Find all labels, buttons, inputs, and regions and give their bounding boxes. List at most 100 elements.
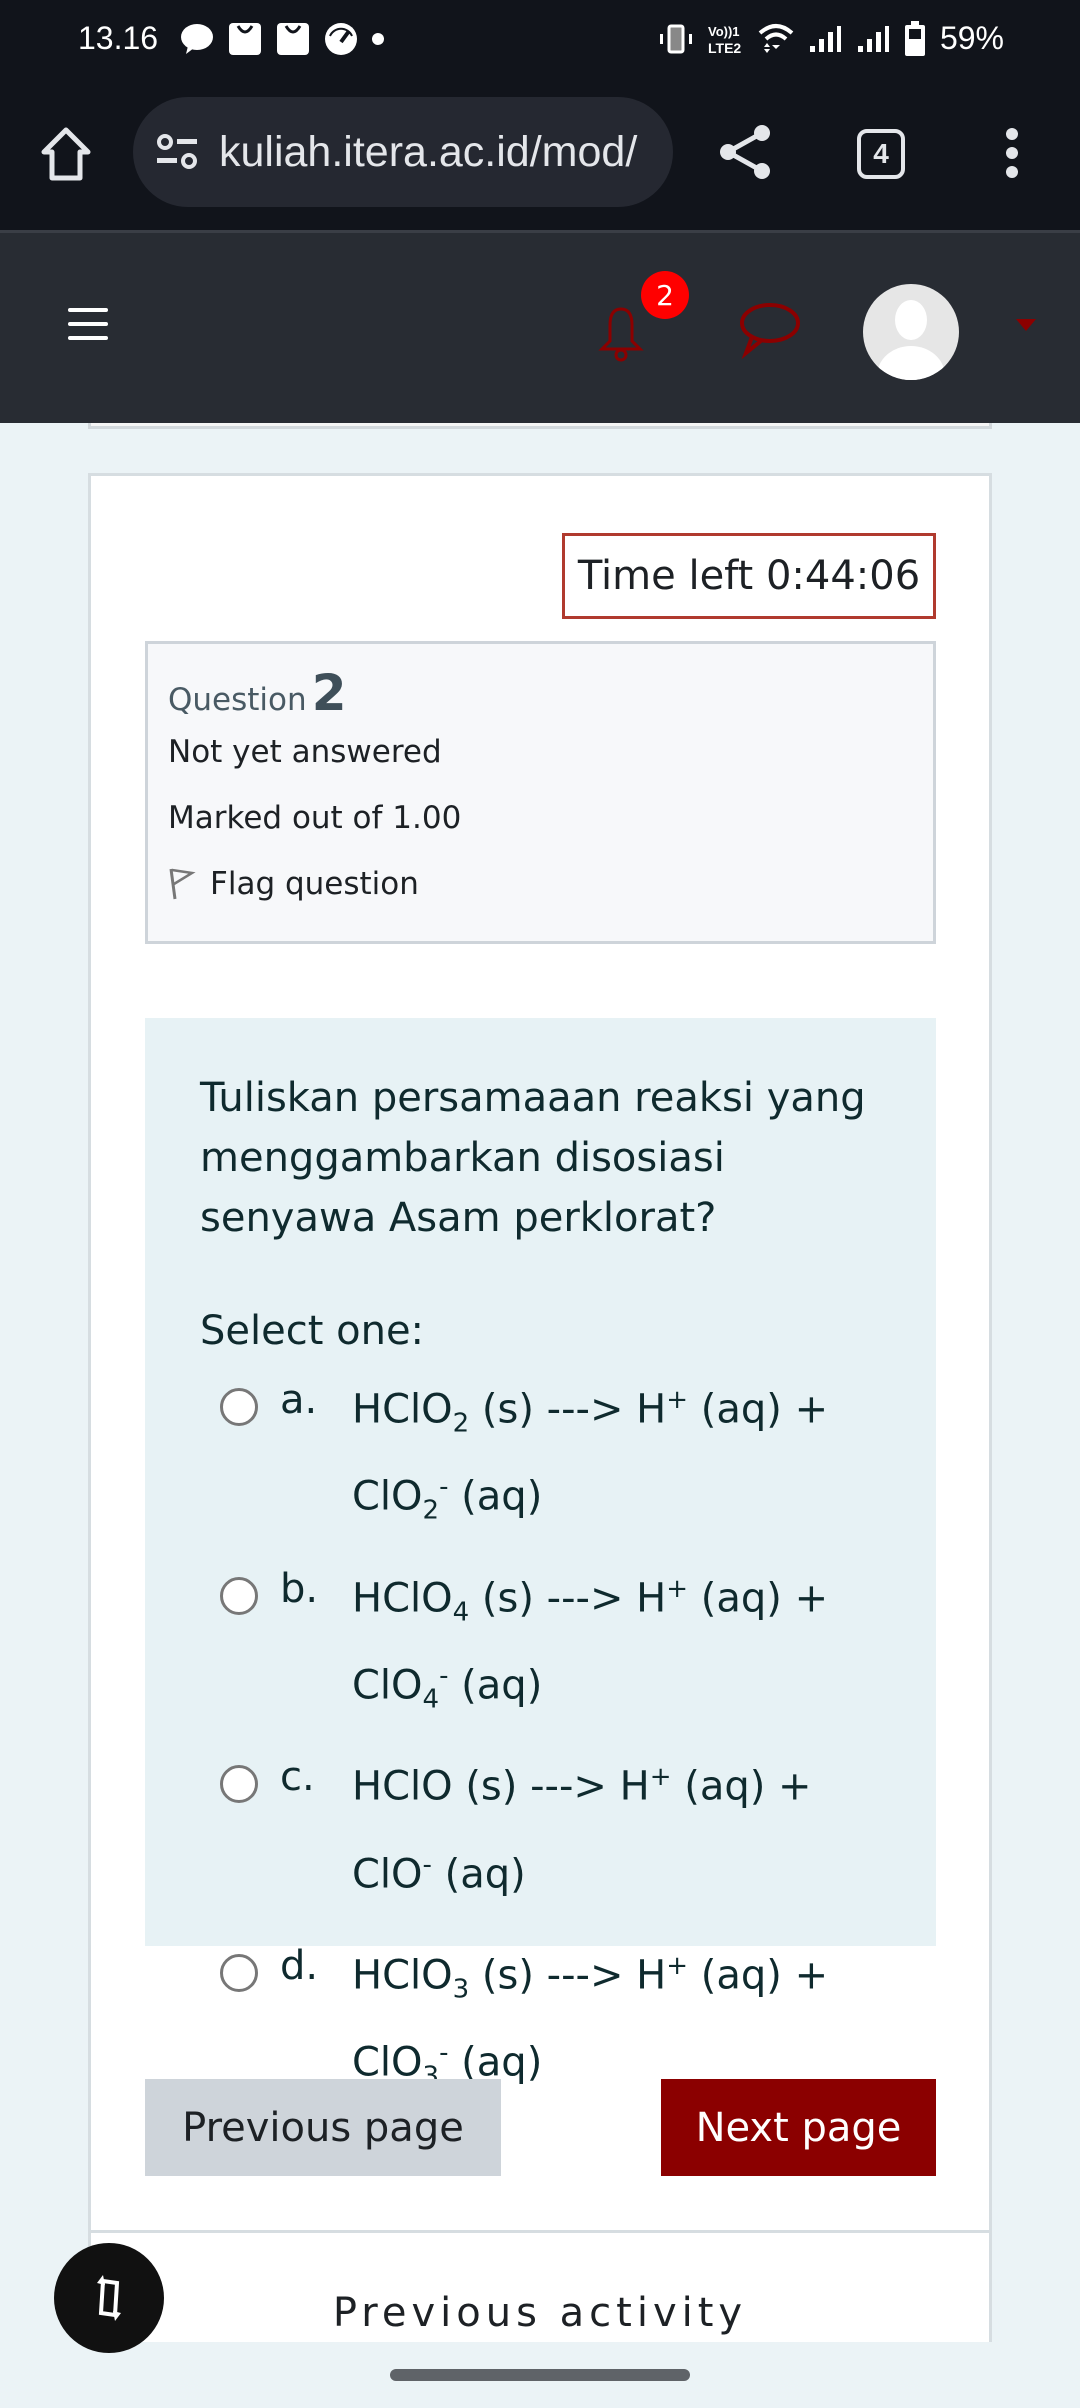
speedometer-icon xyxy=(325,23,357,55)
shopping-bag-icon xyxy=(277,23,309,55)
anion: ClO xyxy=(352,1473,423,1520)
reactant-subscript: 2 xyxy=(452,1408,470,1439)
signal-icon xyxy=(809,25,841,52)
answer-letter: c. xyxy=(280,1754,315,1801)
anion-charge: - xyxy=(422,1849,432,1880)
reaction-middle: (aq) + xyxy=(688,1574,829,1621)
reactant-subscript: 3 xyxy=(452,1974,470,2005)
cation-charge: + xyxy=(666,1385,689,1415)
question-label: Question xyxy=(168,682,307,718)
answer-option-a[interactable]: a. HClO2 (s) ---> H+ (aq) + ClO2- (aq) xyxy=(200,1368,886,1543)
reactant: HClO xyxy=(352,1952,453,1999)
activity-navigation: Previous activity xyxy=(88,2233,992,2342)
rotate-screen-button[interactable] xyxy=(54,2243,164,2353)
url-text[interactable]: kuliah.itera.ac.id/mod/ xyxy=(219,128,637,177)
share-icon[interactable] xyxy=(718,123,772,181)
question-marks: Marked out of 1.00 xyxy=(168,800,462,836)
messages-icon[interactable] xyxy=(736,301,802,359)
question-formulation: Tuliskan persamaaan reaksi yang menggamb… xyxy=(145,1018,936,2092)
anion-state: (aq) xyxy=(431,1850,526,1897)
answer-label[interactable]: HClO (s) ---> H+ (aq) + ClO- (aq) xyxy=(352,1745,812,1920)
answer-label[interactable]: HClO2 (s) ---> H+ (aq) + ClO2- (aq) xyxy=(352,1368,828,1543)
question-heading: Question 2 xyxy=(168,664,933,722)
hamburger-icon xyxy=(68,308,108,312)
notification-count-badge: 2 xyxy=(641,271,689,319)
status-bar: 13.16 Vo))1 LTE2 59% xyxy=(0,0,1080,78)
anion-subscript: 2 xyxy=(422,1495,440,1526)
volte-label: Vo))1 xyxy=(708,24,740,39)
answer-letter: d. xyxy=(280,1942,319,1989)
reactant: HClO xyxy=(352,1386,453,1433)
anion-state: (aq) xyxy=(448,1662,543,1709)
reactant: HClO xyxy=(352,1574,453,1621)
default-user-icon xyxy=(877,300,945,380)
lte-label: LTE2 xyxy=(708,40,741,55)
question-text: Tuliskan persamaaan reaksi yang menggamb… xyxy=(200,1075,866,1241)
answer-list: a. HClO2 (s) ---> H+ (aq) + ClO2- (aq) b… xyxy=(200,1368,886,2109)
dot-icon xyxy=(372,33,384,45)
gesture-home-indicator[interactable] xyxy=(390,2369,690,2381)
answer-radio-a[interactable] xyxy=(220,1388,258,1426)
clock: 13.16 xyxy=(78,20,159,56)
flag-question-label: Flag question xyxy=(210,866,419,902)
reaction-arrow: (s) ---> H xyxy=(452,1763,650,1810)
previous-page-button[interactable]: Previous page xyxy=(145,2079,501,2176)
menu-toggle-button[interactable] xyxy=(68,308,108,342)
flag-icon xyxy=(169,868,196,900)
address-bar[interactable]: kuliah.itera.ac.id/mod/ xyxy=(133,97,673,207)
anion: ClO xyxy=(352,1850,423,1897)
vibrate-icon xyxy=(659,24,692,53)
tab-switcher-button[interactable]: 4 xyxy=(857,129,905,179)
reaction-arrow: (s) ---> H xyxy=(469,1952,667,1999)
answer-label[interactable]: HClO4 (s) ---> H+ (aq) + ClO4- (aq) xyxy=(352,1557,828,1732)
home-icon[interactable] xyxy=(40,126,92,182)
signal-icon xyxy=(857,25,889,52)
previous-activity-link[interactable]: Previous activity xyxy=(333,2290,747,2342)
cation-charge: + xyxy=(649,1762,672,1793)
user-menu-caret-icon[interactable] xyxy=(1016,319,1036,331)
answer-radio-b[interactable] xyxy=(220,1576,258,1615)
site-navbar: 2 xyxy=(0,233,1080,423)
reactant: HClO xyxy=(352,1763,453,1810)
reaction-middle: (aq) + xyxy=(688,1952,829,1999)
flag-question-button[interactable]: Flag question xyxy=(168,866,933,902)
question-status: Not yet answered xyxy=(168,734,442,770)
anion-state: (aq) xyxy=(448,1473,543,1520)
reaction-arrow: (s) ---> H xyxy=(469,1386,667,1433)
reactant-subscript: 4 xyxy=(452,1596,470,1627)
next-page-button[interactable]: Next page xyxy=(661,2079,936,2176)
previous-block-edge xyxy=(88,423,992,429)
battery-icon xyxy=(904,20,925,56)
cation-charge: + xyxy=(666,1950,689,1981)
more-menu-icon[interactable] xyxy=(1004,128,1020,178)
wifi-icon xyxy=(758,23,794,53)
answer-letter: b. xyxy=(280,1565,319,1612)
answer-option-b[interactable]: b. HClO4 (s) ---> H+ (aq) + ClO4- (aq) xyxy=(200,1557,886,1732)
question-info-box: Question 2 Not yet answered Marked out o… xyxy=(145,641,936,944)
cation-charge: + xyxy=(666,1573,689,1604)
select-one-prompt: Select one: xyxy=(200,1308,425,1354)
hamburger-icon-bar xyxy=(68,322,108,326)
chat-bubble-icon xyxy=(181,24,213,54)
system-icons: Vo))1 LTE2 59% xyxy=(658,20,1004,57)
answer-radio-c[interactable] xyxy=(220,1765,258,1804)
battery-percent: 59% xyxy=(939,20,1004,56)
reaction-middle: (aq) + xyxy=(671,1763,812,1810)
answer-radio-d[interactable] xyxy=(220,1953,258,1992)
answer-letter: a. xyxy=(280,1377,318,1423)
site-settings-icon[interactable] xyxy=(155,132,199,172)
question-number: 2 xyxy=(311,664,347,722)
notification-icons xyxy=(180,22,384,56)
reaction-arrow: (s) ---> H xyxy=(469,1574,667,1621)
user-avatar[interactable] xyxy=(863,284,959,380)
answer-option-c[interactable]: c. HClO (s) ---> H+ (aq) + ClO- (aq) xyxy=(200,1745,886,1920)
anion: ClO xyxy=(352,1662,423,1709)
notification-bell-icon[interactable] xyxy=(596,305,646,363)
quiz-timer: Time left 0:44:06 xyxy=(562,533,936,619)
hamburger-icon-bar xyxy=(68,336,108,340)
anion-subscript: 4 xyxy=(422,1684,440,1715)
reaction-middle: (aq) + xyxy=(688,1386,829,1433)
rotate-icon xyxy=(97,2275,121,2321)
shopping-bag-icon xyxy=(229,23,261,55)
volte-lte2-icon: Vo))1 LTE2 xyxy=(708,24,741,55)
